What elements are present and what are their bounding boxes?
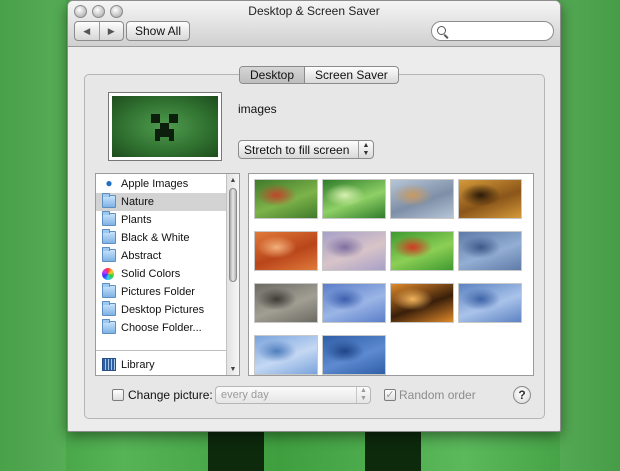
source-item-library[interactable]: Library <box>96 356 227 374</box>
change-interval-value: every day <box>221 389 269 401</box>
wallpaper-thumbnail-ladybug-leaves[interactable] <box>254 179 318 219</box>
wallpaper-grid <box>248 173 534 376</box>
source-list-scrollbar[interactable]: ▲ ▼ <box>226 174 239 375</box>
folder-icon <box>102 301 116 316</box>
folder-icon <box>102 247 116 262</box>
source-item-label: Solid Colors <box>121 268 181 280</box>
folder-icon <box>102 229 116 244</box>
source-item-label: Choose Folder... <box>121 322 202 334</box>
fit-option-popup[interactable]: Stretch to fill screen ▲ ▼ <box>238 140 374 159</box>
source-item-label: Black & White <box>121 232 190 244</box>
folder-icon <box>102 319 116 334</box>
pictures-folder-icon <box>102 283 116 298</box>
wallpaper-thumbnail-water-surface[interactable] <box>458 283 522 323</box>
source-item-plants[interactable]: Plants <box>96 211 227 229</box>
source-list: ● Apple Images Nature Plants Black & Whi… <box>95 173 240 376</box>
search-icon <box>437 26 446 35</box>
source-list-divider <box>96 350 227 351</box>
desktop-dark-block <box>208 429 264 471</box>
source-item-label: Nature <box>121 196 155 208</box>
wallpaper-thumbnail-beach-sunset[interactable] <box>390 179 454 219</box>
source-item-apple-images[interactable]: ● Apple Images <box>96 175 227 193</box>
wallpaper-thumbnail-blue-texture[interactable] <box>322 335 386 375</box>
wallpaper-thumbnail-blue-sky-water[interactable] <box>254 335 318 375</box>
source-item-label: Abstract <box>121 250 162 262</box>
creeper-eye <box>169 114 178 123</box>
source-item-solid-colors[interactable]: Solid Colors <box>96 265 227 283</box>
wallpaper-thumbnail-blue-waves[interactable] <box>322 283 386 323</box>
library-icon <box>102 358 116 371</box>
desktop-dark-block <box>365 429 421 471</box>
creeper-image <box>112 96 218 157</box>
source-item-label: Library <box>121 359 155 371</box>
popup-arrows-icon: ▲ ▼ <box>356 387 370 403</box>
tab-desktop[interactable]: Desktop <box>240 67 305 83</box>
source-item-nature[interactable]: Nature <box>96 193 227 211</box>
fit-option-value: Stretch to fill screen <box>244 142 350 157</box>
wallpaper-thumbnail-grass-dew[interactable] <box>322 179 386 219</box>
wallpaper-thumbnail-leopard-fur[interactable] <box>458 179 522 219</box>
desktop-stripe <box>560 0 620 471</box>
random-order-label: Random order <box>399 388 476 402</box>
current-desktop-preview[interactable] <box>108 92 222 161</box>
titlebar: Desktop & Screen Saver ◀ ▶ Show All <box>68 1 560 47</box>
source-item-label: Plants <box>121 214 152 226</box>
source-item-black-white[interactable]: Black & White <box>96 229 227 247</box>
source-item-label: Pictures Folder <box>121 286 195 298</box>
apple-icon: ● <box>105 176 113 190</box>
wallpaper-thumbnail-ladybug-leaf[interactable] <box>390 231 454 271</box>
source-item-choose-folder[interactable]: Choose Folder... <box>96 319 227 337</box>
source-item-pictures-folder[interactable]: Pictures Folder <box>96 283 227 301</box>
desktop-stripe <box>0 0 66 471</box>
folder-icon <box>102 211 116 226</box>
forward-arrow-icon[interactable]: ▶ <box>98 22 124 40</box>
help-button[interactable]: ? <box>513 386 531 404</box>
change-interval-popup[interactable]: every day ▲ ▼ <box>215 386 371 404</box>
creeper-mouth <box>155 136 160 141</box>
tab-bar: Desktop Screen Saver <box>239 66 399 84</box>
back-forward-control: ◀ ▶ <box>74 21 124 41</box>
current-image-name: images <box>238 102 277 116</box>
preferences-window: Desktop & Screen Saver ◀ ▶ Show All Desk… <box>67 0 561 432</box>
wallpaper-thumbnail-blue-ripples[interactable] <box>458 231 522 271</box>
wallpaper-thumbnail-orange-canyon[interactable] <box>254 231 318 271</box>
folder-icon <box>102 193 116 208</box>
popup-arrows-icon: ▲ ▼ <box>358 141 373 158</box>
tab-screen-saver[interactable]: Screen Saver <box>304 67 398 83</box>
source-item-label: Desktop Pictures <box>121 304 205 316</box>
source-item-desktop-pictures[interactable]: Desktop Pictures <box>96 301 227 319</box>
scroll-up-arrow-icon[interactable]: ▲ <box>227 174 239 186</box>
random-order-checkbox[interactable]: ✓ <box>384 389 396 401</box>
change-picture-checkbox[interactable] <box>112 389 124 401</box>
show-all-button[interactable]: Show All <box>126 21 190 41</box>
wallpaper-thumbnail-sand-dunes[interactable] <box>322 231 386 271</box>
change-picture-label: Change picture: <box>128 388 213 402</box>
creeper-mouth <box>169 136 174 141</box>
scroll-down-arrow-icon[interactable]: ▼ <box>227 363 239 375</box>
source-item-label: Apple Images <box>121 178 189 190</box>
search-input[interactable] <box>431 21 554 41</box>
color-wheel-icon <box>102 268 114 280</box>
source-item-abstract[interactable]: Abstract <box>96 247 227 265</box>
scrollbar-thumb[interactable] <box>229 188 237 282</box>
wallpaper-thumbnail-pebbles[interactable] <box>254 283 318 323</box>
wallpaper-thumbnail-tiger-stripes[interactable] <box>390 283 454 323</box>
window-title: Desktop & Screen Saver <box>248 4 380 18</box>
creeper-eye <box>151 114 160 123</box>
back-arrow-icon[interactable]: ◀ <box>75 22 99 40</box>
